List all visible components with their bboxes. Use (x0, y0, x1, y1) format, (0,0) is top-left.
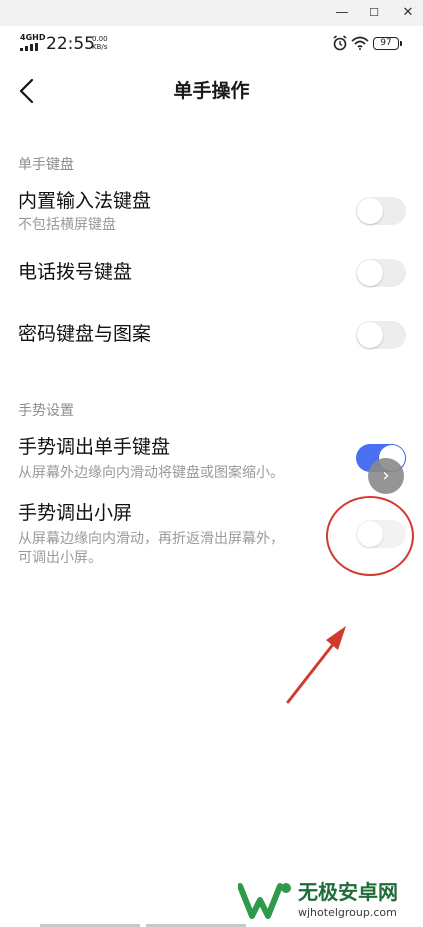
speed-unit: KB/s (92, 43, 108, 51)
wifi-icon (351, 36, 369, 50)
network-speed: 0.00 KB/s (92, 35, 108, 51)
item-gesture-keyboard-label[interactable]: 手势调出单手键盘 (18, 434, 170, 460)
watermark-logo (238, 883, 291, 919)
toggle-ime-keyboard[interactable] (356, 197, 406, 225)
toggle-knob (357, 198, 383, 224)
toggle-knob (357, 322, 383, 348)
signal-icon (20, 43, 38, 51)
item-password-keyboard-label[interactable]: 密码键盘与图案 (18, 321, 151, 347)
minimize-button[interactable]: — (332, 3, 352, 23)
window-titlebar: — ☐ ✕ (0, 0, 423, 26)
toggle-dialer-keyboard[interactable] (356, 259, 406, 287)
annotation-circle (326, 496, 414, 576)
item-ime-keyboard-desc: 不包括横屏键盘 (18, 217, 116, 233)
network-type: 4GHD (20, 33, 46, 42)
section-heading-keyboard: 单手键盘 (18, 157, 74, 173)
battery-indicator: 97 (373, 37, 402, 50)
speed-value: 0.00 (92, 35, 108, 43)
item-gesture-keyboard-desc: 从屏幕外边缘向内滑动将键盘或图案缩小。 (18, 465, 284, 481)
toggle-knob (357, 260, 383, 286)
watermark-name: 无极安卓网 (298, 880, 398, 904)
watermark-url: wjhotelgroup.com (298, 906, 397, 919)
close-button[interactable]: ✕ (398, 3, 418, 23)
floating-assist-button[interactable]: › (368, 458, 404, 494)
status-time: 22:55 (46, 34, 95, 54)
alarm-icon (333, 35, 347, 51)
item-ime-keyboard-label[interactable]: 内置输入法键盘 (18, 188, 151, 214)
maximize-button[interactable]: ☐ (364, 3, 384, 23)
item-dialer-keyboard-label[interactable]: 电话拨号键盘 (18, 259, 132, 285)
item-gesture-small-screen-desc-1: 从屏幕边缘向内滑动，再折返滑出屏幕外， (18, 531, 284, 547)
page-title: 单手操作 (173, 80, 250, 102)
status-bar: 4GHD 22:55 0.00 KB/s 97 (0, 26, 423, 62)
toggle-password-keyboard[interactable] (356, 321, 406, 349)
section-heading-gesture: 手势设置 (18, 403, 74, 419)
item-gesture-small-screen-desc-2: 可调出小屏。 (18, 550, 102, 566)
item-gesture-small-screen-label[interactable]: 手势调出小屏 (18, 500, 132, 526)
annotation-arrow (286, 626, 346, 704)
